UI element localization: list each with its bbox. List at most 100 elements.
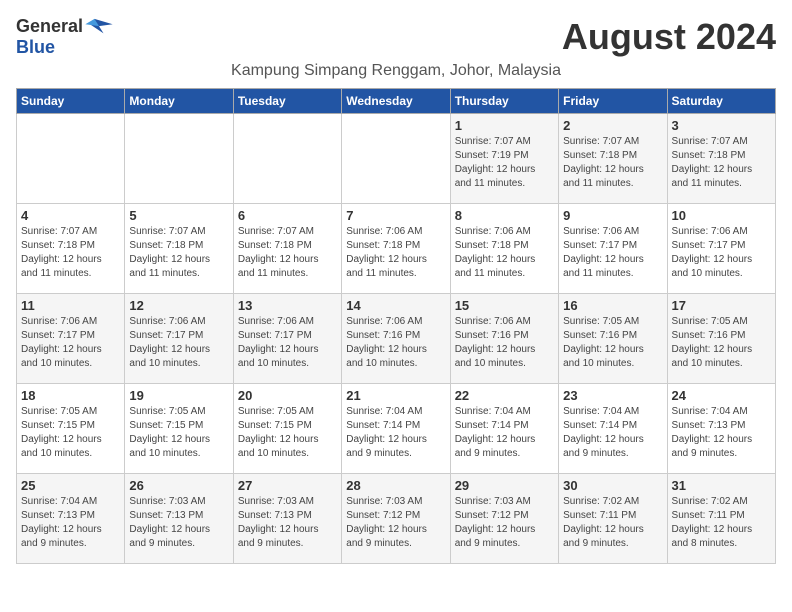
- calendar-cell: 28 Sunrise: 7:03 AMSunset: 7:12 PMDaylig…: [342, 474, 450, 564]
- day-number: 29: [455, 478, 554, 493]
- calendar-cell: 5 Sunrise: 7:07 AMSunset: 7:18 PMDayligh…: [125, 204, 233, 294]
- weekday-header-monday: Monday: [125, 89, 233, 114]
- day-number: 20: [238, 388, 337, 403]
- calendar-cell: 23 Sunrise: 7:04 AMSunset: 7:14 PMDaylig…: [559, 384, 667, 474]
- weekday-header-sunday: Sunday: [17, 89, 125, 114]
- calendar-cell: [342, 114, 450, 204]
- calendar-cell: 11 Sunrise: 7:06 AMSunset: 7:17 PMDaylig…: [17, 294, 125, 384]
- day-number: 26: [129, 478, 228, 493]
- day-info: Sunrise: 7:04 AMSunset: 7:13 PMDaylight:…: [672, 405, 771, 461]
- calendar-cell: 27 Sunrise: 7:03 AMSunset: 7:13 PMDaylig…: [233, 474, 341, 564]
- logo-general-text: General: [16, 16, 83, 37]
- day-number: 17: [672, 298, 771, 313]
- location-title: Kampung Simpang Renggam, Johor, Malaysia: [16, 62, 776, 80]
- day-number: 2: [563, 118, 662, 133]
- day-number: 30: [563, 478, 662, 493]
- day-info: Sunrise: 7:03 AMSunset: 7:12 PMDaylight:…: [346, 495, 445, 551]
- logo-bird-icon: [85, 17, 113, 37]
- weekday-header-friday: Friday: [559, 89, 667, 114]
- day-info: Sunrise: 7:04 AMSunset: 7:13 PMDaylight:…: [21, 495, 120, 551]
- calendar-cell: 18 Sunrise: 7:05 AMSunset: 7:15 PMDaylig…: [17, 384, 125, 474]
- day-number: 4: [21, 208, 120, 223]
- day-number: 12: [129, 298, 228, 313]
- logo-blue-text: Blue: [16, 37, 55, 57]
- day-number: 13: [238, 298, 337, 313]
- day-info: Sunrise: 7:05 AMSunset: 7:16 PMDaylight:…: [672, 315, 771, 371]
- day-info: Sunrise: 7:06 AMSunset: 7:17 PMDaylight:…: [672, 225, 771, 281]
- day-number: 24: [672, 388, 771, 403]
- day-number: 7: [346, 208, 445, 223]
- calendar-cell: 14 Sunrise: 7:06 AMSunset: 7:16 PMDaylig…: [342, 294, 450, 384]
- day-info: Sunrise: 7:06 AMSunset: 7:17 PMDaylight:…: [563, 225, 662, 281]
- day-info: Sunrise: 7:07 AMSunset: 7:18 PMDaylight:…: [672, 135, 771, 191]
- day-number: 25: [21, 478, 120, 493]
- logo: General Blue: [16, 16, 113, 58]
- day-info: Sunrise: 7:06 AMSunset: 7:16 PMDaylight:…: [455, 315, 554, 371]
- day-info: Sunrise: 7:06 AMSunset: 7:17 PMDaylight:…: [129, 315, 228, 371]
- day-number: 16: [563, 298, 662, 313]
- day-info: Sunrise: 7:03 AMSunset: 7:12 PMDaylight:…: [455, 495, 554, 551]
- calendar-cell: [125, 114, 233, 204]
- calendar-cell: 4 Sunrise: 7:07 AMSunset: 7:18 PMDayligh…: [17, 204, 125, 294]
- month-title: August 2024: [562, 16, 776, 58]
- calendar-cell: 7 Sunrise: 7:06 AMSunset: 7:18 PMDayligh…: [342, 204, 450, 294]
- day-info: Sunrise: 7:07 AMSunset: 7:18 PMDaylight:…: [238, 225, 337, 281]
- calendar-cell: 15 Sunrise: 7:06 AMSunset: 7:16 PMDaylig…: [450, 294, 558, 384]
- day-info: Sunrise: 7:06 AMSunset: 7:18 PMDaylight:…: [455, 225, 554, 281]
- weekday-header-tuesday: Tuesday: [233, 89, 341, 114]
- day-number: 8: [455, 208, 554, 223]
- day-info: Sunrise: 7:06 AMSunset: 7:18 PMDaylight:…: [346, 225, 445, 281]
- day-info: Sunrise: 7:07 AMSunset: 7:18 PMDaylight:…: [129, 225, 228, 281]
- day-info: Sunrise: 7:04 AMSunset: 7:14 PMDaylight:…: [346, 405, 445, 461]
- day-info: Sunrise: 7:02 AMSunset: 7:11 PMDaylight:…: [672, 495, 771, 551]
- day-number: 11: [21, 298, 120, 313]
- day-info: Sunrise: 7:05 AMSunset: 7:15 PMDaylight:…: [238, 405, 337, 461]
- weekday-header-thursday: Thursday: [450, 89, 558, 114]
- day-info: Sunrise: 7:03 AMSunset: 7:13 PMDaylight:…: [238, 495, 337, 551]
- weekday-header-wednesday: Wednesday: [342, 89, 450, 114]
- day-number: 21: [346, 388, 445, 403]
- day-number: 6: [238, 208, 337, 223]
- day-info: Sunrise: 7:07 AMSunset: 7:18 PMDaylight:…: [563, 135, 662, 191]
- day-number: 31: [672, 478, 771, 493]
- calendar-cell: 2 Sunrise: 7:07 AMSunset: 7:18 PMDayligh…: [559, 114, 667, 204]
- day-info: Sunrise: 7:06 AMSunset: 7:17 PMDaylight:…: [238, 315, 337, 371]
- calendar-table: SundayMondayTuesdayWednesdayThursdayFrid…: [16, 88, 776, 564]
- calendar-cell: 20 Sunrise: 7:05 AMSunset: 7:15 PMDaylig…: [233, 384, 341, 474]
- calendar-cell: 22 Sunrise: 7:04 AMSunset: 7:14 PMDaylig…: [450, 384, 558, 474]
- calendar-cell: 24 Sunrise: 7:04 AMSunset: 7:13 PMDaylig…: [667, 384, 775, 474]
- calendar-cell: 21 Sunrise: 7:04 AMSunset: 7:14 PMDaylig…: [342, 384, 450, 474]
- day-number: 15: [455, 298, 554, 313]
- day-number: 19: [129, 388, 228, 403]
- calendar-cell: 29 Sunrise: 7:03 AMSunset: 7:12 PMDaylig…: [450, 474, 558, 564]
- calendar-cell: 16 Sunrise: 7:05 AMSunset: 7:16 PMDaylig…: [559, 294, 667, 384]
- day-number: 27: [238, 478, 337, 493]
- day-number: 1: [455, 118, 554, 133]
- day-number: 14: [346, 298, 445, 313]
- day-info: Sunrise: 7:05 AMSunset: 7:15 PMDaylight:…: [129, 405, 228, 461]
- day-info: Sunrise: 7:07 AMSunset: 7:18 PMDaylight:…: [21, 225, 120, 281]
- calendar-cell: 26 Sunrise: 7:03 AMSunset: 7:13 PMDaylig…: [125, 474, 233, 564]
- day-info: Sunrise: 7:04 AMSunset: 7:14 PMDaylight:…: [455, 405, 554, 461]
- day-info: Sunrise: 7:05 AMSunset: 7:15 PMDaylight:…: [21, 405, 120, 461]
- calendar-cell: 10 Sunrise: 7:06 AMSunset: 7:17 PMDaylig…: [667, 204, 775, 294]
- calendar-cell: 17 Sunrise: 7:05 AMSunset: 7:16 PMDaylig…: [667, 294, 775, 384]
- day-number: 23: [563, 388, 662, 403]
- day-number: 18: [21, 388, 120, 403]
- day-number: 22: [455, 388, 554, 403]
- calendar-cell: 3 Sunrise: 7:07 AMSunset: 7:18 PMDayligh…: [667, 114, 775, 204]
- day-info: Sunrise: 7:02 AMSunset: 7:11 PMDaylight:…: [563, 495, 662, 551]
- calendar-cell: 13 Sunrise: 7:06 AMSunset: 7:17 PMDaylig…: [233, 294, 341, 384]
- day-number: 3: [672, 118, 771, 133]
- calendar-cell: [17, 114, 125, 204]
- day-info: Sunrise: 7:04 AMSunset: 7:14 PMDaylight:…: [563, 405, 662, 461]
- calendar-cell: 30 Sunrise: 7:02 AMSunset: 7:11 PMDaylig…: [559, 474, 667, 564]
- day-info: Sunrise: 7:05 AMSunset: 7:16 PMDaylight:…: [563, 315, 662, 371]
- day-number: 10: [672, 208, 771, 223]
- calendar-cell: 9 Sunrise: 7:06 AMSunset: 7:17 PMDayligh…: [559, 204, 667, 294]
- calendar-cell: 19 Sunrise: 7:05 AMSunset: 7:15 PMDaylig…: [125, 384, 233, 474]
- day-number: 9: [563, 208, 662, 223]
- day-info: Sunrise: 7:06 AMSunset: 7:17 PMDaylight:…: [21, 315, 120, 371]
- day-info: Sunrise: 7:03 AMSunset: 7:13 PMDaylight:…: [129, 495, 228, 551]
- calendar-cell: 25 Sunrise: 7:04 AMSunset: 7:13 PMDaylig…: [17, 474, 125, 564]
